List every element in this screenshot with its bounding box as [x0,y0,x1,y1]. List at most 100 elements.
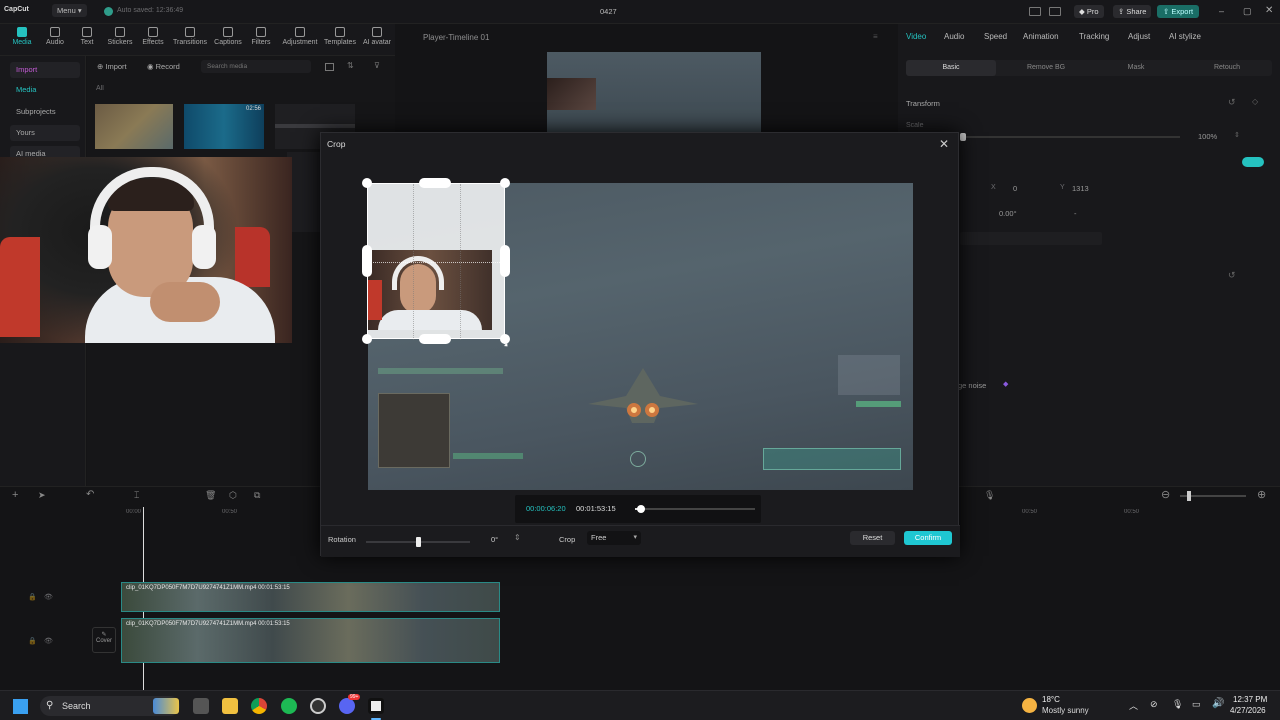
reset-transform-icon[interactable]: ↺ [1228,97,1236,108]
scale-value[interactable]: 100% [1198,132,1217,141]
track-eye-icon-2[interactable]: 👁 [44,637,53,645]
discord-icon[interactable] [339,698,355,714]
tab-video[interactable]: Video [906,32,926,41]
scale-slider-thumb[interactable] [960,133,966,141]
add-track-icon[interactable]: + [12,489,18,501]
crop-handle-top[interactable] [419,178,451,188]
capcut-taskbar-icon[interactable] [368,698,384,714]
crop-corner-tr[interactable] [500,178,510,188]
crop-ratio-select[interactable]: Free ▾ [587,531,641,545]
sort-icon[interactable]: ⇅ [347,61,354,70]
menu-button[interactable]: Menu ▾ [52,4,87,17]
mic-tray-icon[interactable]: 🎙 [1172,699,1183,710]
scrub-track[interactable] [635,505,755,513]
subtab-mask[interactable]: Mask [1091,60,1181,76]
crop-handle-bottom[interactable] [419,334,451,344]
confirm-button[interactable]: Confirm [904,531,952,545]
rotation-slider[interactable] [366,537,470,547]
nav-subprojects[interactable]: Subprojects [10,104,80,120]
zoom-slider-thumb[interactable] [1187,491,1191,501]
rotation-stepper-icon[interactable]: ⇕ [514,533,521,542]
shield-icon[interactable]: ⬡ [229,490,237,501]
share-button[interactable]: ⇪ Share [1113,5,1152,18]
tab-ai-stylize[interactable]: AI stylize [1169,32,1201,41]
view-toggle-icon[interactable] [325,63,334,71]
crop-handle-right[interactable] [500,245,510,277]
scale-slider[interactable] [960,133,1180,141]
tab-adjust[interactable]: Adjust [1128,32,1150,41]
timeline-clip-2[interactable]: clip_01KQ7DP050F7M7D7U9274741Z1MM.mp4 00… [121,618,500,663]
crop-icon[interactable]: ⧉ [254,490,260,501]
nav-import[interactable]: Import [10,62,80,78]
tab-speed[interactable]: Speed [984,32,1007,41]
record-button[interactable]: ◉ Record [147,62,180,71]
reset-button[interactable]: Reset [850,531,895,545]
monitor-icon[interactable]: ▭ [1192,699,1201,710]
pos-y-value[interactable]: 1313 [1072,184,1089,193]
tool-ai-avatar[interactable]: AI avatar [357,27,397,46]
taskbar-game-icon[interactable] [153,698,179,714]
track-eye-icon-1[interactable]: 👁 [44,593,53,601]
import-button[interactable]: ⊕ Import [97,62,127,71]
subtab-remove-bg[interactable]: Remove BG [1001,60,1091,76]
player-menu-icon[interactable]: ≡ [873,32,878,41]
delete-icon[interactable]: 🗑 [205,490,216,501]
task-view-icon[interactable] [193,698,209,714]
tool-filters[interactable]: Filters [241,27,281,46]
layout-icon[interactable] [1029,7,1041,16]
media-search-input[interactable] [201,60,311,73]
obs-icon[interactable] [310,698,326,714]
zoom-in-icon[interactable]: ⊕ [1257,488,1266,501]
crop-corner-tl[interactable] [362,178,372,188]
zoom-slider[interactable] [1180,491,1246,501]
keyframe-icon[interactable]: ◇ [1252,97,1258,106]
pos-x-value[interactable]: 0 [1013,184,1017,193]
clock-date[interactable]: 4/27/2026 [1230,706,1266,715]
minimize-icon[interactable]: – [1219,6,1224,16]
tool-templates[interactable]: Templates [320,27,360,46]
scrub-thumb[interactable] [637,505,645,513]
file-explorer-icon[interactable] [222,698,238,714]
export-button[interactable]: ⇧ Export [1157,5,1200,18]
volume-icon[interactable]: 🔊 [1212,698,1224,709]
all-filter-label[interactable]: All [96,85,104,92]
clock-time[interactable]: 12:37 PM [1233,695,1267,704]
scale-stepper-icon[interactable]: ⇕ [1234,131,1240,139]
cover-button[interactable]: ✎ Cover [92,627,116,653]
undo-icon[interactable]: ↶ [86,489,94,500]
media-thumb-1[interactable] [95,104,173,149]
mic-icon[interactable]: 🎙 [984,490,995,501]
tab-audio[interactable]: Audio [944,32,964,41]
nav-media[interactable]: Media [10,82,80,98]
close-window-icon[interactable]: ✕ [1265,5,1273,16]
blend-reset-icon[interactable]: ↺ [1228,270,1236,281]
split-icon[interactable]: ⌶ [134,490,139,501]
rotation-value[interactable]: 0° [491,535,498,544]
maximize-icon[interactable]: ▢ [1243,6,1252,17]
subtab-retouch[interactable]: Retouch [1182,60,1272,76]
spotify-icon[interactable] [281,698,297,714]
rotate-value[interactable]: 0.00° [999,209,1017,218]
pro-badge[interactable]: ◆ Pro [1074,5,1104,18]
network-off-icon[interactable]: ⊘ [1150,699,1158,710]
crop-selection[interactable] [367,183,506,340]
tool-transitions[interactable]: Transitions [170,27,210,46]
uniform-scale-toggle[interactable] [1242,157,1264,167]
crop-corner-bl[interactable] [362,334,372,344]
windows-start-icon[interactable] [13,699,28,714]
nav-yours[interactable]: Yours [10,125,80,141]
rotation-slider-thumb[interactable] [416,537,421,547]
tool-adjustment[interactable]: Adjustment [279,27,321,46]
select-tool-icon[interactable]: ➤ [38,490,46,501]
track-lock-icon-1[interactable]: 🔒 [28,593,37,601]
zoom-out-icon[interactable]: ⊖ [1161,488,1170,501]
media-thumb-2[interactable]: 02:56 [184,104,264,149]
tray-chevron-icon[interactable]: ︿ [1129,699,1138,712]
close-icon[interactable]: ✕ [936,136,952,152]
align-buttons[interactable] [960,232,1102,245]
track-lock-icon-2[interactable]: 🔒 [28,637,37,645]
timeline-clip-1[interactable]: clip_01KQ7DP050F7M7D7U9274741Z1MM.mp4 00… [121,582,500,612]
tab-animation[interactable]: Animation [1023,32,1059,41]
crop-handle-left[interactable] [362,245,372,277]
chrome-icon[interactable] [251,698,267,714]
